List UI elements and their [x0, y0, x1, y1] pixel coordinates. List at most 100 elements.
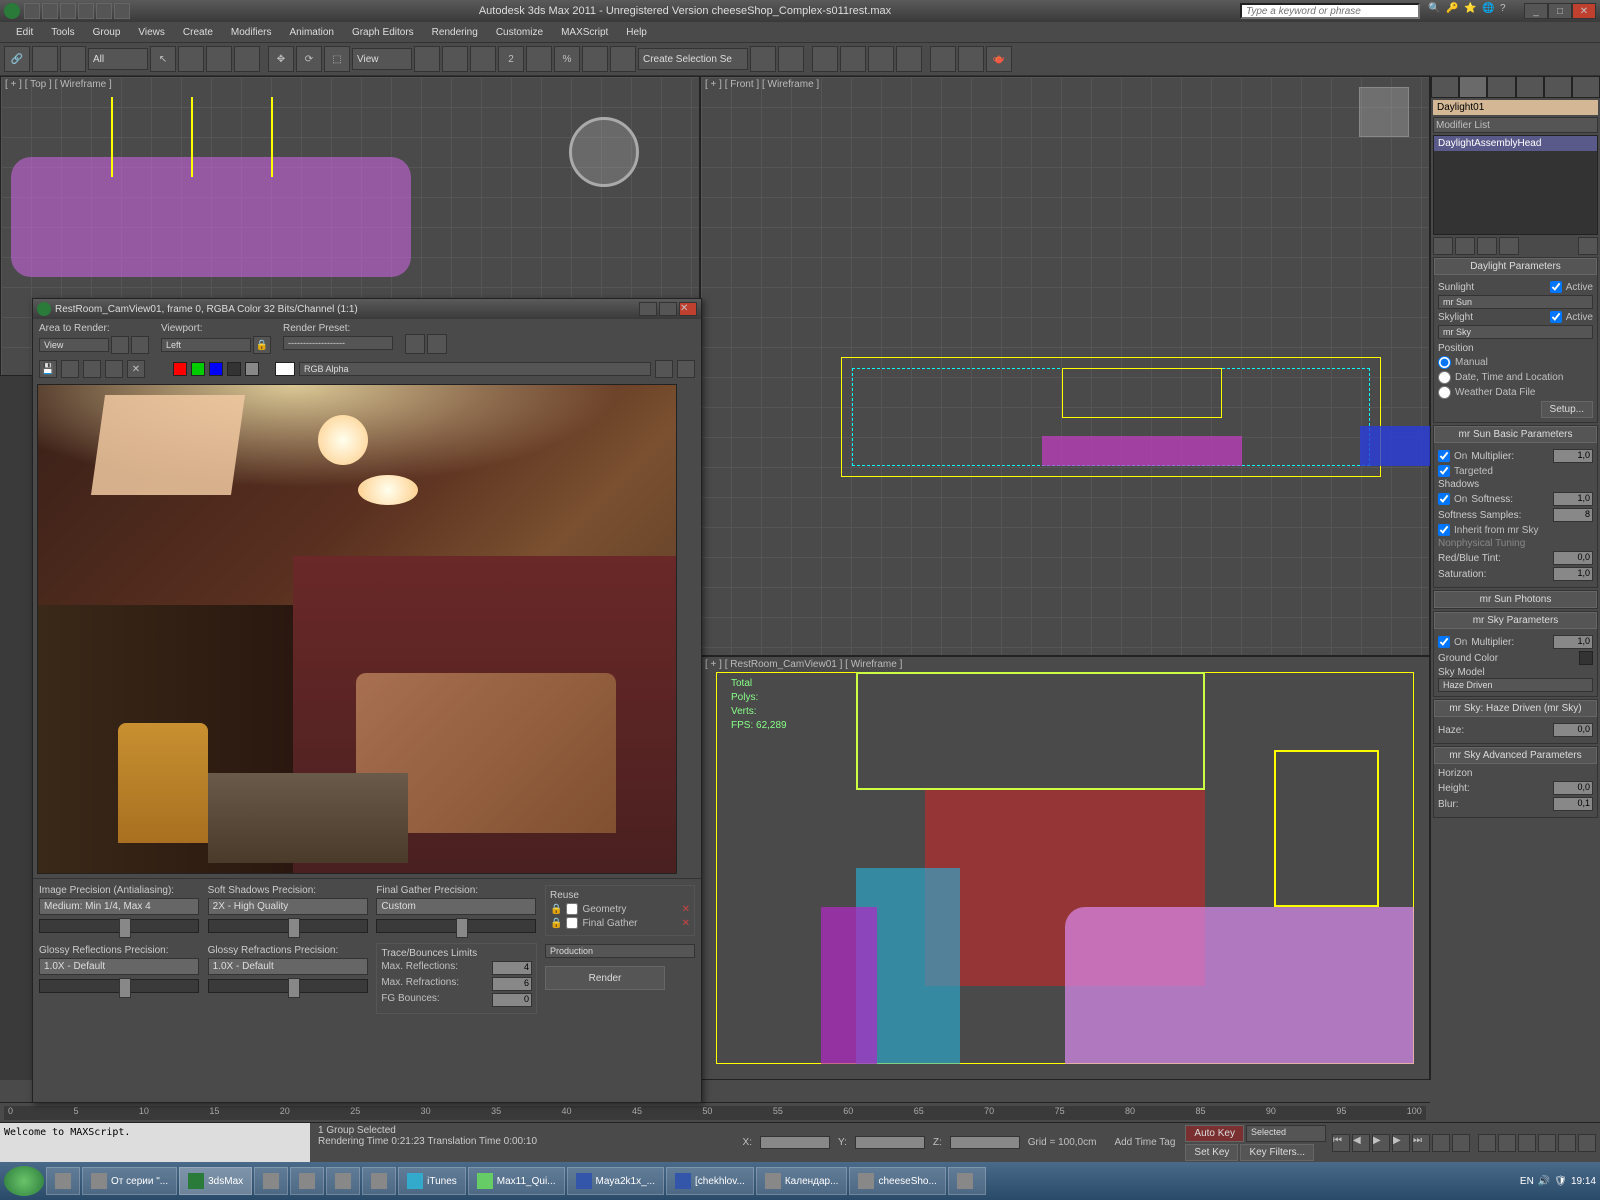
coord-y-input[interactable]: [855, 1136, 925, 1149]
viewport-camera[interactable]: [ + ] [ RestRoom_CamView01 ] [ Wireframe…: [700, 656, 1430, 1080]
horizon-height-spinner[interactable]: 0,0: [1553, 781, 1593, 795]
tab-utilities[interactable]: [1572, 76, 1600, 98]
render-setup-shortcut-icon[interactable]: [405, 334, 425, 354]
taskbar-quicklaunch[interactable]: [362, 1167, 396, 1195]
nav-zoom-icon[interactable]: [1498, 1134, 1516, 1152]
render-setup-icon[interactable]: [930, 46, 956, 72]
coord-z-input[interactable]: [950, 1136, 1020, 1149]
fg-bounces-spinner[interactable]: 0: [492, 993, 532, 1007]
menu-maxscript[interactable]: MAXScript: [553, 25, 616, 40]
ground-color-swatch[interactable]: [1579, 651, 1593, 665]
menu-rendering[interactable]: Rendering: [424, 25, 486, 40]
nav-zoom-all-icon[interactable]: [1538, 1134, 1556, 1152]
tab-modify[interactable]: [1459, 76, 1487, 98]
viewport-front[interactable]: [ + ] [ Front ] [ Wireframe ]: [700, 76, 1430, 656]
coord-x-input[interactable]: [760, 1136, 830, 1149]
channel-mono[interactable]: [245, 362, 259, 376]
render-button[interactable]: Render: [545, 966, 665, 990]
delete-icon[interactable]: ✕: [682, 918, 690, 929]
goto-start-icon[interactable]: ⏮: [1332, 1134, 1350, 1152]
minimize-button[interactable]: _: [1524, 3, 1548, 19]
tab-motion[interactable]: [1516, 76, 1544, 98]
redblue-spinner[interactable]: 0,0: [1553, 551, 1593, 565]
final-gather-slider[interactable]: [376, 919, 536, 933]
qat-redo-icon[interactable]: [96, 3, 112, 19]
taskbar-item[interactable]: [chekhlov...: [666, 1167, 754, 1195]
compass-gizmo[interactable]: [569, 117, 639, 187]
time-config-icon[interactable]: [1452, 1134, 1470, 1152]
setkey-button[interactable]: Set Key: [1185, 1144, 1238, 1161]
material-editor-icon[interactable]: [896, 46, 922, 72]
goto-end-icon[interactable]: ⏭: [1412, 1134, 1430, 1152]
tray-icon[interactable]: 🛡: [1554, 1176, 1567, 1187]
taskbar-quicklaunch[interactable]: [254, 1167, 288, 1195]
softness-samples-spinner[interactable]: 8: [1553, 508, 1593, 522]
inherit-checkbox[interactable]: [1438, 524, 1450, 536]
modifier-stack[interactable]: DaylightAssemblyHead: [1433, 135, 1598, 235]
mirror-icon[interactable]: [750, 46, 776, 72]
channel-red[interactable]: [173, 362, 187, 376]
scale-icon[interactable]: ⬚: [324, 46, 350, 72]
make-unique-icon[interactable]: [1477, 237, 1497, 255]
render-maximize-button[interactable]: [659, 302, 677, 316]
skylight-active-checkbox[interactable]: [1550, 311, 1562, 323]
render-preset-dropdown[interactable]: -------------------: [283, 336, 393, 350]
menu-views[interactable]: Views: [130, 25, 173, 40]
star-icon[interactable]: ⭐: [1464, 3, 1480, 19]
selection-filter-dropdown[interactable]: All: [88, 48, 148, 70]
rollout-advanced[interactable]: mr Sky Advanced Parameters: [1434, 747, 1597, 764]
manipulate-icon[interactable]: [442, 46, 468, 72]
taskbar-quicklaunch[interactable]: [290, 1167, 324, 1195]
lock-icon[interactable]: 🔒: [550, 904, 562, 915]
rotate-icon[interactable]: ⟳: [296, 46, 322, 72]
layers-icon[interactable]: [812, 46, 838, 72]
mrsun-multiplier-spinner[interactable]: 1,0: [1553, 449, 1593, 463]
taskbar-item[interactable]: [948, 1167, 986, 1195]
taskbar-item[interactable]: Max11_Qui...: [468, 1167, 565, 1195]
save-image-icon[interactable]: 💾: [39, 360, 57, 378]
taskbar-item[interactable]: Maya2k1x_...: [567, 1167, 664, 1195]
pin-stack-icon[interactable]: [1433, 237, 1453, 255]
time-slider[interactable]: 0510152025303540455055606570758085909510…: [0, 1102, 1430, 1122]
toggle-ui-icon[interactable]: [677, 360, 695, 378]
nav-pan-icon[interactable]: [1478, 1134, 1496, 1152]
snap-2d-icon[interactable]: 2: [498, 46, 524, 72]
app-icon[interactable]: [4, 3, 20, 19]
nav-fov-icon[interactable]: [1518, 1134, 1536, 1152]
taskbar-item[interactable]: iTunes: [398, 1167, 466, 1195]
named-selection-dropdown[interactable]: Create Selection Se: [638, 48, 748, 70]
modifier-list-dropdown[interactable]: Modifier List: [1433, 117, 1598, 133]
menu-grapheditors[interactable]: Graph Editors: [344, 25, 422, 40]
shadows-on-checkbox[interactable]: [1438, 493, 1450, 505]
ref-coord-dropdown[interactable]: View: [352, 48, 412, 70]
position-datetime-radio[interactable]: [1438, 371, 1451, 384]
prev-frame-icon[interactable]: ◀: [1352, 1134, 1370, 1152]
sunlight-active-checkbox[interactable]: [1550, 281, 1562, 293]
qat-new-icon[interactable]: [24, 3, 40, 19]
taskbar-item[interactable]: От серии "...: [82, 1167, 177, 1195]
channel-blue[interactable]: [209, 362, 223, 376]
soft-shadows-slider[interactable]: [208, 919, 368, 933]
menu-customize[interactable]: Customize: [488, 25, 551, 40]
channel-dropdown[interactable]: RGB Alpha: [299, 362, 651, 376]
mrsky-on-checkbox[interactable]: [1438, 636, 1450, 648]
curve-editor-icon[interactable]: [840, 46, 866, 72]
qat-undo-icon[interactable]: [78, 3, 94, 19]
area-to-render-dropdown[interactable]: View: [39, 338, 109, 352]
rollout-photons[interactable]: mr Sun Photons: [1434, 591, 1597, 608]
taskbar-ie[interactable]: [46, 1167, 80, 1195]
saturation-spinner[interactable]: 1,0: [1553, 567, 1593, 581]
menu-modifiers[interactable]: Modifiers: [223, 25, 280, 40]
bind-icon[interactable]: [60, 46, 86, 72]
move-icon[interactable]: ✥: [268, 46, 294, 72]
channel-alpha[interactable]: [227, 362, 241, 376]
schematic-icon[interactable]: [868, 46, 894, 72]
object-name-field[interactable]: Daylight01: [1433, 100, 1598, 115]
tray-clock[interactable]: 19:14: [1571, 1176, 1596, 1187]
targeted-checkbox[interactable]: [1438, 465, 1450, 477]
qat-save-icon[interactable]: [60, 3, 76, 19]
glossy-refr-slider[interactable]: [208, 979, 368, 993]
rendered-frame-icon[interactable]: [958, 46, 984, 72]
render-window-titlebar[interactable]: RestRoom_CamView01, frame 0, RGBA Color …: [33, 299, 701, 319]
viewcube[interactable]: [1359, 87, 1409, 137]
